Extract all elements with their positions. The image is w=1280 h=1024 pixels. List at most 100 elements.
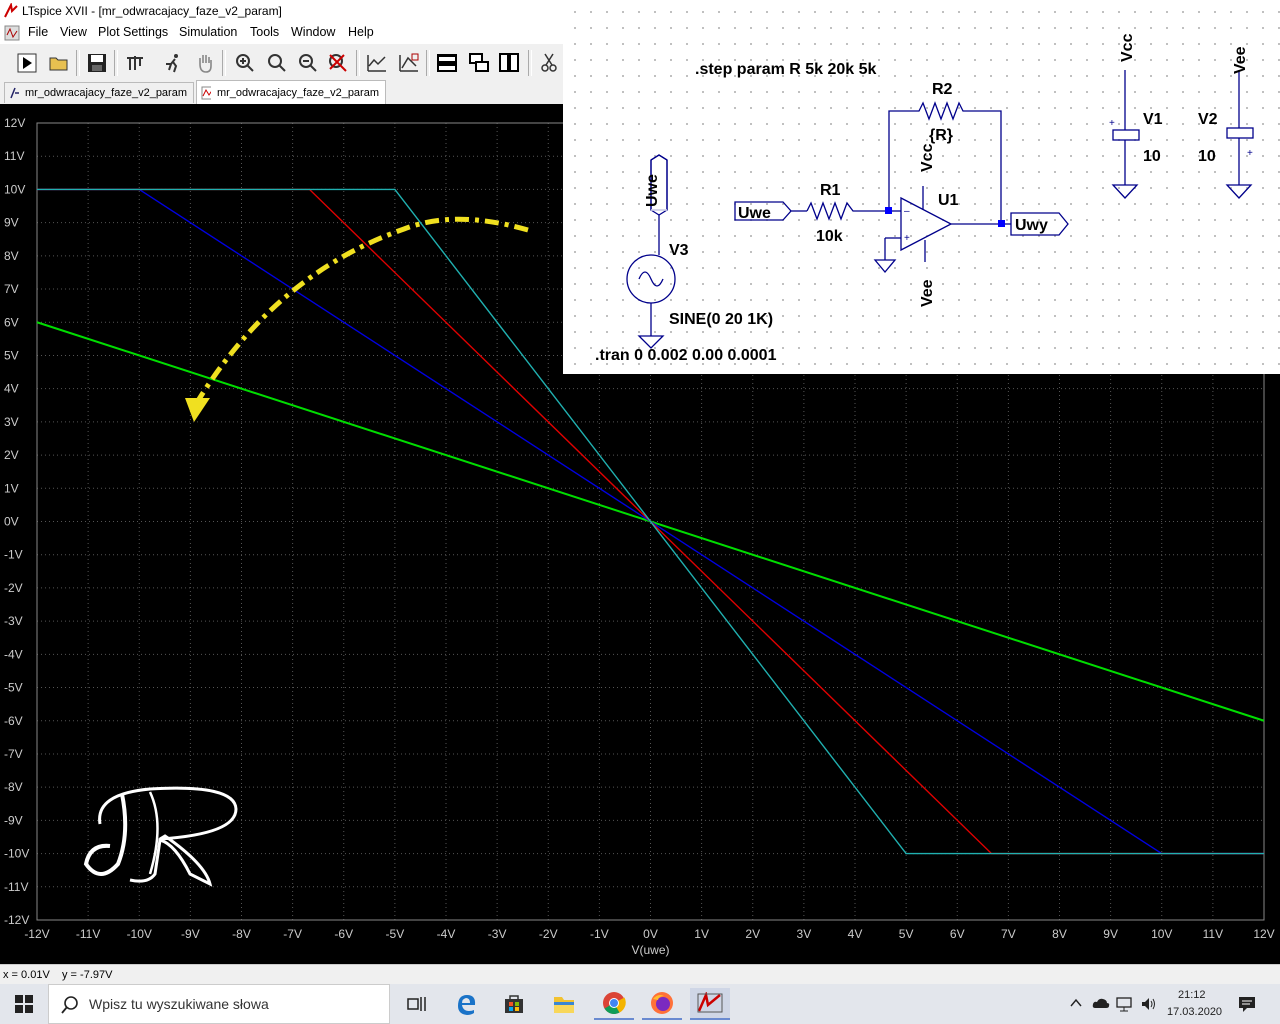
edge-browser-icon[interactable] [446,988,486,1020]
v1-name: V1 [1143,111,1163,128]
halt-icon[interactable] [160,50,186,76]
x-tick-label: 2V [745,927,760,941]
run-icon[interactable] [14,50,40,76]
v2-battery[interactable] [1226,127,1254,139]
pan-icon[interactable] [192,50,218,76]
search-placeholder: Wpisz tu wyszukiwane słowa [89,996,269,1012]
notifications-icon[interactable] [1238,995,1256,1013]
v3-value[interactable]: SINE(0 20 1K) [669,311,773,328]
clock-date[interactable]: 17.03.2020 [1167,1006,1222,1018]
annotation-arrow-head [185,398,210,422]
tran-directive[interactable]: .tran 0 0.002 0.00 0.0001 [595,347,777,364]
r2-value[interactable]: {R} [929,127,953,144]
document-icon[interactable] [4,25,20,41]
firefox-icon[interactable] [642,988,682,1020]
schematic-window[interactable]: .step param R 5k 20k 5k .tran 0 0.002 0.… [563,0,1280,374]
save-icon[interactable] [84,50,110,76]
u1-name: U1 [938,192,959,209]
y-tick-label: 2V [4,448,19,462]
store-icon[interactable] [494,988,534,1020]
tab-waveform[interactable]: mr_odwracajacy_faze_v2_param [196,80,386,104]
x-tick-label: -2V [539,927,558,941]
taskbar-search[interactable]: Wpisz tu wyszukiwane słowa [48,984,390,1024]
status-bar: x = 0.01V y = -7.97V [0,964,1280,985]
tile-horizontal-icon[interactable] [434,50,460,76]
v1-value[interactable]: 10 [1143,148,1161,165]
cursor-x-readout: x = 0.01V [3,969,50,981]
y-tick-label: 4V [4,382,19,396]
x-tick-label: 3V [797,927,812,941]
zoom-in-icon[interactable] [232,50,258,76]
x-tick-label: 8V [1052,927,1067,941]
x-tick-label: -3V [488,927,507,941]
cut-icon[interactable] [536,50,562,76]
x-tick-label: -10V [127,927,152,941]
v2-name: V2 [1198,111,1218,128]
r1-name: R1 [820,182,841,199]
autorange-icon[interactable] [364,50,390,76]
menu-plot-settings[interactable]: Plot Settings [98,25,168,39]
x-tick-label: 1V [694,927,709,941]
step-directive[interactable]: .step param R 5k 20k 5k [695,61,877,78]
r1-resistor[interactable] [806,201,889,221]
schematic-drawing[interactable]: .step param R 5k 20k 5k .tran 0 0.002 0.… [563,0,1280,374]
tile-vertical-icon[interactable] [496,50,522,76]
x-tick-label: -4V [437,927,456,941]
opamp-minus-sign: – [904,206,910,217]
y-tick-label: -5V [4,681,23,695]
y-tick-label: 5V [4,348,19,362]
x-tick-label: 9V [1103,927,1118,941]
menu-tools[interactable]: Tools [250,25,279,39]
x-tick-label: 5V [899,927,914,941]
r1-value[interactable]: 10k [816,228,843,245]
cursor-y-readout: y = -7.97V [62,969,113,981]
zoom-cancel-icon[interactable] [325,50,351,76]
y-tick-label: -8V [4,780,23,794]
zoom-out-icon[interactable] [295,50,321,76]
y-tick-label: 3V [4,415,19,429]
y-tick-label: 10V [4,182,25,196]
open-icon[interactable] [46,50,72,76]
chevron-up-icon[interactable] [1070,998,1082,1008]
zoom-area-icon[interactable] [264,50,290,76]
chrome-icon[interactable] [594,988,634,1020]
menu-window[interactable]: Window [291,25,335,39]
onedrive-icon[interactable] [1092,997,1110,1009]
network-icon[interactable] [1116,996,1134,1012]
tab-schematic[interactable]: mr_odwracajacy_faze_v2_param [4,82,194,103]
task-view-icon[interactable] [396,988,436,1020]
menu-help[interactable]: Help [348,25,374,39]
opamp-vee-label: Vee [919,279,936,307]
v1-net-label: Vcc [1119,33,1136,62]
annotation-arrow [193,216,529,406]
x-axis-label: V(uwe) [631,943,669,957]
toolbar [0,44,564,81]
y-tick-label: -3V [4,614,23,628]
y-tick-label: 11V [4,149,24,163]
opamp-vcc-label: Vcc [919,143,936,172]
x-tick-label: -8V [232,927,251,941]
x-tick-label: -1V [590,927,609,941]
search-icon [61,996,78,1014]
y-tick-label: 7V [4,282,19,296]
ltspice-taskbar-icon[interactable] [690,988,730,1020]
v2-value[interactable]: 10 [1198,148,1216,165]
volume-icon[interactable] [1140,996,1158,1012]
v1-battery[interactable] [1112,129,1140,141]
cascade-icon[interactable] [466,50,492,76]
x-tick-label: 11V [1203,927,1223,941]
menu-file[interactable]: File [28,25,48,39]
title-bar: LTspice XVII - [mr_odwracajacy_faze_v2_p… [0,0,564,22]
menu-simulation[interactable]: Simulation [179,25,237,39]
file-explorer-icon[interactable] [544,988,584,1020]
v3-name: V3 [669,242,689,259]
x-tick-label: 10V [1151,927,1172,941]
windows-taskbar: Wpisz tu wyszukiwane słowa 21:12 17.03.2… [0,984,1280,1024]
v2-plus-sign: + [1247,148,1253,159]
control-panel-icon[interactable] [122,50,148,76]
plot-settings-icon[interactable] [396,50,422,76]
x-tick-label: 0V [643,927,658,941]
windows-start-icon[interactable] [4,988,44,1020]
menu-view[interactable]: View [60,25,87,39]
clock-time[interactable]: 21:12 [1178,989,1206,1001]
